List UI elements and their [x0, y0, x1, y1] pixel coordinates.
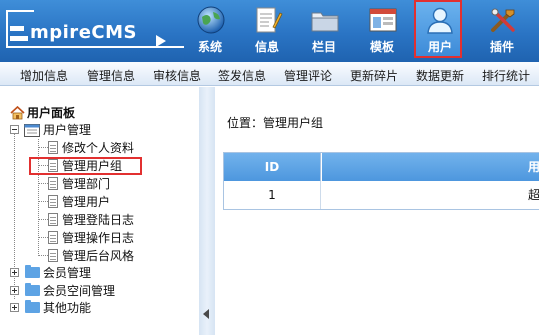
page-icon [48, 141, 58, 154]
folder-icon [25, 300, 40, 313]
nav-plugin[interactable]: 插件 [478, 0, 526, 62]
sidebar-item-label: 管理用户 [62, 195, 111, 209]
sidebar-item-label: 管理操作日志 [62, 231, 135, 245]
table-header-name: 用 [322, 153, 539, 181]
subnav-review-info[interactable]: 审核信息 [153, 67, 201, 84]
folder-icon [25, 283, 40, 296]
subnav-data-update[interactable]: 数据更新 [416, 67, 464, 84]
tree-section-member-space[interactable]: 会员空间管理 [0, 282, 199, 300]
nav-user-label: 用户 [427, 40, 452, 54]
page-icon [48, 195, 58, 208]
subnav-update-fragments[interactable]: 更新碎片 [350, 67, 398, 84]
tree-connector [38, 219, 48, 220]
window-template-icon [369, 8, 397, 32]
empirecms-logo: mpireCMS [6, 10, 184, 50]
top-header: mpireCMS 系统 信息 栏目 模板 用户 插件 [0, 0, 539, 62]
tools-icon [491, 8, 515, 32]
tree-connector [38, 237, 48, 238]
logo-arrow [156, 35, 166, 47]
logo-text: mpireCMS [30, 22, 137, 43]
nav-template-label: 模板 [369, 40, 394, 54]
page-icon [48, 231, 58, 244]
subnav-manage-comments[interactable]: 管理评论 [284, 67, 332, 84]
main-content: 位置：管理用户组 ID 用 1 超 [215, 87, 539, 335]
subnav-ranking-stats[interactable]: 排行统计 [482, 67, 530, 84]
tree-connector [38, 201, 48, 202]
sub-nav-bar: 增加信息 管理信息 审核信息 签发信息 管理评论 更新碎片 数据更新 排行统计 [0, 62, 539, 86]
folder-icon [311, 12, 339, 32]
sidebar-item-label: 修改个人资料 [62, 141, 135, 155]
sidebar-item-label: 管理登陆日志 [62, 213, 135, 227]
subnav-add-info[interactable]: 增加信息 [20, 67, 68, 84]
folder-icon [25, 265, 40, 278]
page-icon [48, 249, 58, 262]
document-pencil-icon [256, 7, 283, 33]
sidebar-title: 用户面板 [27, 106, 76, 120]
sidebar-panel: 用户面板 用户管理 修改个人资料 管理用户组 管理部门 管理用户 管理登陆日志 … [0, 87, 199, 335]
globe-icon [197, 6, 225, 34]
user-icon [427, 7, 453, 34]
sidebar-item-label: 管理后台风格 [62, 249, 135, 263]
subnav-manage-info[interactable]: 管理信息 [87, 67, 135, 84]
nav-template[interactable]: 模板 [358, 0, 406, 62]
page-icon [48, 177, 58, 190]
collapse-toggle-icon[interactable] [10, 125, 19, 134]
tree-connector [38, 183, 48, 184]
nav-info[interactable]: 信息 [243, 0, 291, 62]
table-header-id: ID [224, 153, 321, 181]
page-icon [48, 213, 58, 226]
tree-section-other-functions[interactable]: 其他功能 [0, 299, 199, 317]
nav-plugin-label: 插件 [489, 40, 514, 54]
collapse-left-arrow-icon[interactable] [203, 309, 209, 319]
nav-user[interactable]: 用户 [414, 0, 462, 58]
section-label: 会员空间管理 [43, 284, 116, 298]
section-label: 用户管理 [43, 123, 92, 137]
expand-toggle-icon[interactable] [10, 303, 19, 312]
sidebar-item-label: 管理部门 [62, 177, 111, 191]
nav-column[interactable]: 栏目 [300, 0, 348, 62]
window-list-icon [24, 124, 40, 137]
subnav-sign-info[interactable]: 签发信息 [218, 67, 266, 84]
table-cell-name-text: 超 [528, 188, 539, 202]
breadcrumb: 位置：管理用户组 [227, 116, 324, 130]
tree-section-member-management[interactable]: 会员管理 [0, 264, 199, 282]
nav-system-label: 系统 [197, 40, 222, 54]
table-cell-name: 超 [322, 181, 539, 209]
nav-column-label: 栏目 [311, 40, 336, 54]
tree-connector [38, 255, 48, 256]
section-label: 会员管理 [43, 266, 92, 280]
section-label: 其他功能 [43, 301, 92, 315]
table-header-name-text: 用 [528, 160, 539, 174]
tree-connector [38, 147, 48, 148]
nav-system[interactable]: 系统 [186, 0, 234, 62]
nav-info-label: 信息 [254, 40, 279, 54]
selection-highlight [29, 157, 142, 175]
expand-toggle-icon[interactable] [10, 268, 19, 277]
table-cell-id: 1 [224, 181, 321, 209]
panel-splitter[interactable] [199, 87, 215, 335]
home-icon [10, 106, 25, 120]
expand-toggle-icon[interactable] [10, 286, 19, 295]
user-group-table: ID 用 1 超 [223, 152, 539, 210]
tree-section-user-management[interactable]: 用户管理 [0, 121, 199, 139]
